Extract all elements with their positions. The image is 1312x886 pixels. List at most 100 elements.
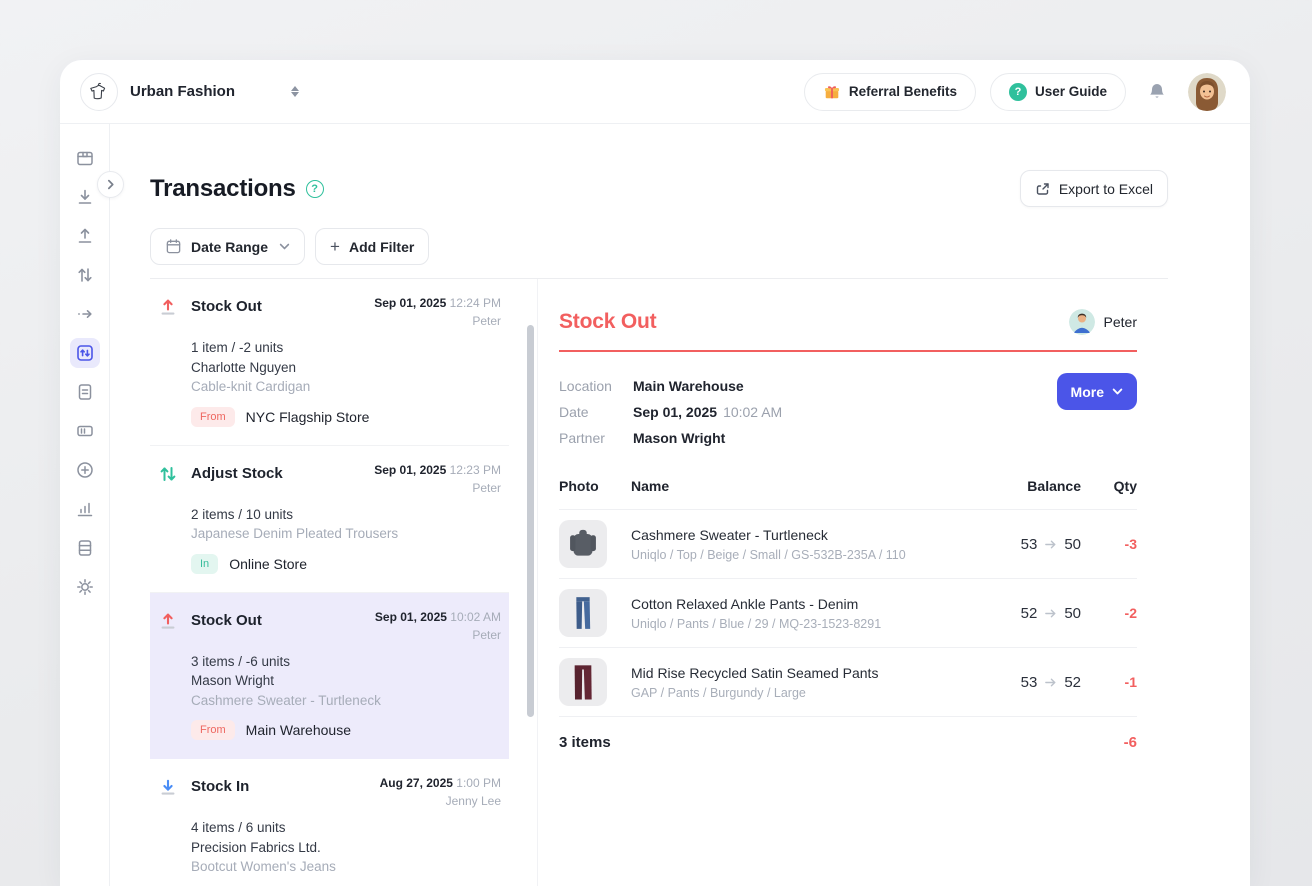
app-logo-tshirt-icon[interactable] — [80, 73, 118, 111]
add-filter-button[interactable]: + Add Filter — [315, 228, 429, 265]
transaction-user: Jenny Lee — [380, 794, 501, 808]
more-label: More — [1071, 384, 1104, 400]
transaction-location: Main Warehouse — [246, 722, 351, 738]
arrow-right-icon — [1044, 607, 1057, 620]
transaction-date: Sep 01, 2025 12:24 PM — [374, 296, 501, 310]
detail-table-header: Photo Name Balance Qty — [559, 478, 1137, 510]
transaction-partner: Mason Wright — [191, 671, 501, 691]
total-qty: -6 — [1124, 734, 1137, 751]
product-attrs: GAP / Pants / Burgundy / Large — [631, 686, 961, 700]
arrow-right-icon — [1044, 676, 1057, 689]
product-photo-sweater — [559, 520, 607, 568]
calendar-icon — [165, 238, 182, 255]
user-guide-label: User Guide — [1035, 84, 1107, 99]
meta-value-date: Sep 01, 2025 — [633, 399, 717, 425]
sidebar-item-stock-in-icon[interactable] — [73, 185, 97, 209]
sidebar-item-stock-out-icon[interactable] — [73, 224, 97, 248]
transaction-product: Japanese Denim Pleated Trousers — [191, 524, 501, 544]
referral-benefits-button[interactable]: Referral Benefits — [804, 73, 976, 111]
sidebar-item-inventory-box-icon[interactable] — [73, 146, 97, 170]
workspace-name[interactable]: Urban Fashion — [130, 83, 235, 100]
meta-value-partner: Mason Wright — [633, 425, 725, 451]
meta-value-location: Main Warehouse — [633, 373, 744, 399]
transaction-summary: 4 items / 6 units — [191, 818, 501, 838]
stock-in-icon — [158, 777, 178, 797]
balance-cell: 53 50 — [961, 536, 1081, 553]
export-icon — [1035, 181, 1051, 197]
workspace-switcher-icon[interactable] — [291, 86, 299, 97]
detail-title: Stock Out — [559, 310, 656, 334]
adjust-stock-icon — [158, 464, 178, 484]
product-name: Mid Rise Recycled Satin Seamed Pants — [631, 665, 961, 681]
meta-value-time: 10:02 AM — [723, 399, 782, 425]
export-to-excel-label: Export to Excel — [1059, 181, 1153, 197]
meta-label-partner: Partner — [559, 425, 633, 451]
balance-cell: 52 50 — [961, 605, 1081, 622]
transaction-item-stock-in[interactable]: Stock In Aug 27, 2025 1:00 PM Jenny Lee … — [150, 759, 509, 886]
sidebar-item-transfer-icon[interactable] — [73, 302, 97, 326]
chevron-down-icon — [1112, 386, 1123, 397]
sidebar-item-adjust-stock-icon[interactable] — [73, 263, 97, 287]
transaction-location: Online Store — [229, 556, 307, 572]
product-name: Cotton Relaxed Ankle Pants - Denim — [631, 596, 961, 612]
app-window: Urban Fashion Referral Benefits ? User — [60, 60, 1250, 886]
export-to-excel-button[interactable]: Export to Excel — [1020, 170, 1168, 207]
transaction-product: Cashmere Sweater - Turtleneck — [191, 691, 501, 711]
transaction-summary: 1 item / -2 units — [191, 338, 501, 358]
product-attrs: Uniqlo / Top / Beige / Small / GS-532B-2… — [631, 548, 961, 562]
meta-label-location: Location — [559, 373, 633, 399]
header-actions: Referral Benefits ? User Guide — [804, 73, 1226, 111]
sidebar-item-settings-gear-icon[interactable] — [73, 575, 97, 599]
detail-user-avatar — [1069, 309, 1095, 335]
detail-user: Peter — [1069, 309, 1137, 335]
sidebar-item-analytics-icon[interactable] — [73, 497, 97, 521]
sidebar-expand-button[interactable] — [97, 171, 124, 198]
referral-benefits-label: Referral Benefits — [849, 84, 957, 99]
transaction-type: Stock Out — [191, 298, 262, 315]
plus-icon: + — [330, 238, 340, 255]
sidebar-item-notes-icon[interactable] — [73, 380, 97, 404]
total-items: 3 items — [559, 734, 611, 751]
add-filter-label: Add Filter — [349, 239, 414, 255]
sidebar-item-add-new-icon[interactable] — [73, 458, 97, 482]
chevron-down-icon — [279, 241, 290, 252]
column-qty: Qty — [1081, 478, 1137, 494]
meta-label-date: Date — [559, 399, 633, 425]
transaction-date: Aug 27, 2025 1:00 PM — [380, 776, 501, 790]
qty-cell: -1 — [1081, 674, 1137, 690]
qty-cell: -2 — [1081, 605, 1137, 621]
column-balance: Balance — [961, 478, 1081, 494]
user-guide-button[interactable]: ? User Guide — [990, 73, 1126, 111]
transaction-date: Sep 01, 2025 12:23 PM — [374, 463, 501, 477]
column-photo: Photo — [559, 478, 631, 494]
page-help-icon[interactable]: ? — [306, 180, 324, 198]
sidebar-item-labels-icon[interactable] — [73, 419, 97, 443]
transaction-item-stock-out-1224[interactable]: Stock Out Sep 01, 2025 12:24 PM Peter 1 … — [150, 279, 509, 446]
transaction-summary: 3 items / -6 units — [191, 652, 501, 672]
direction-badge: In — [191, 554, 218, 574]
list-scrollbar[interactable] — [527, 325, 534, 717]
sidebar-item-data-icon[interactable] — [73, 536, 97, 560]
detail-row-denim-pants[interactable]: Cotton Relaxed Ankle Pants - Denim Uniql… — [559, 579, 1137, 648]
transaction-partner: Charlotte Nguyen — [191, 358, 501, 378]
direction-badge: From — [191, 720, 235, 740]
sidebar-item-transactions-icon[interactable] — [70, 338, 100, 368]
transaction-user: Peter — [375, 628, 501, 642]
detail-user-name: Peter — [1104, 314, 1137, 330]
detail-row-sweater[interactable]: Cashmere Sweater - Turtleneck Uniqlo / T… — [559, 510, 1137, 579]
transaction-list: Stock Out Sep 01, 2025 12:24 PM Peter 1 … — [150, 279, 538, 886]
product-photo-denim-pants — [559, 589, 607, 637]
date-range-filter-button[interactable]: Date Range — [150, 228, 305, 265]
qty-cell: -3 — [1081, 536, 1137, 552]
more-button[interactable]: More — [1057, 373, 1137, 410]
transaction-item-stock-out-1002-selected[interactable]: Stock Out Sep 01, 2025 10:02 AM Peter 3 … — [150, 593, 509, 760]
user-avatar[interactable] — [1188, 73, 1226, 111]
detail-row-satin-pants[interactable]: Mid Rise Recycled Satin Seamed Pants GAP… — [559, 648, 1137, 717]
notifications-bell-icon[interactable] — [1146, 81, 1168, 103]
transaction-user: Peter — [374, 314, 501, 328]
transaction-item-adjust-stock[interactable]: Adjust Stock Sep 01, 2025 12:23 PM Peter… — [150, 446, 509, 593]
stock-out-icon — [158, 611, 178, 631]
transaction-summary: 2 items / 10 units — [191, 505, 501, 525]
sidebar-nav — [60, 124, 110, 886]
product-attrs: Uniqlo / Pants / Blue / 29 / MQ-23-1523-… — [631, 617, 961, 631]
